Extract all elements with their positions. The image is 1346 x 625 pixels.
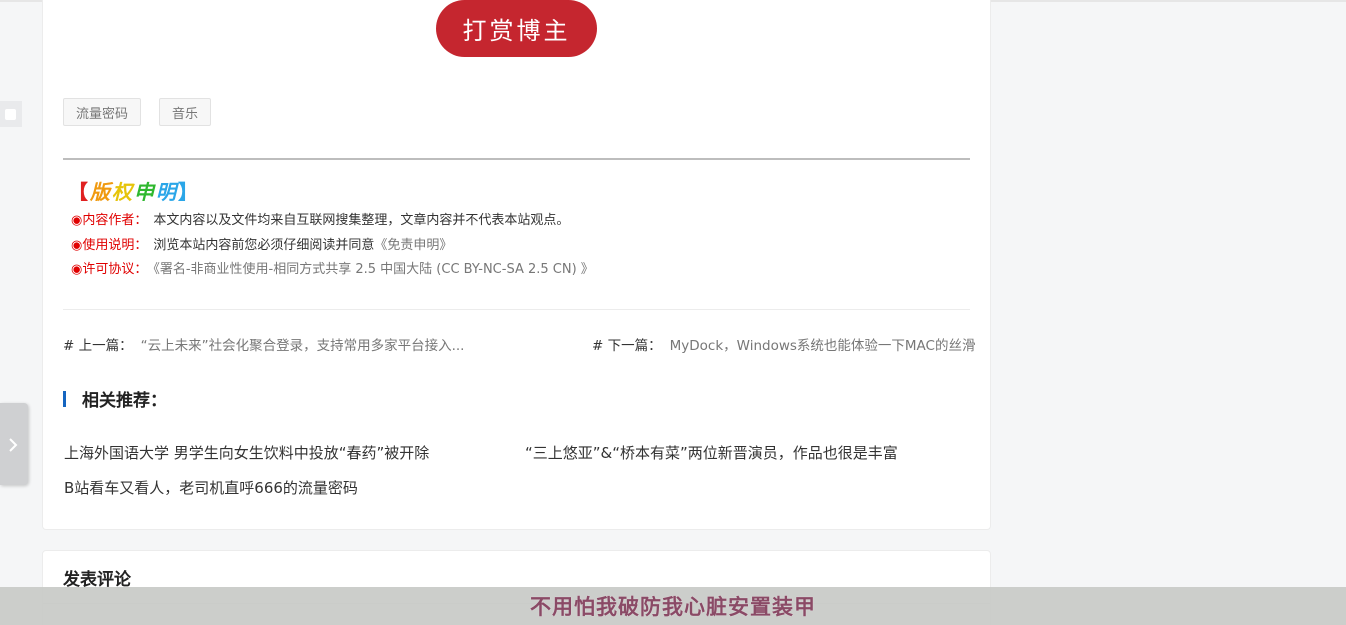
reward-button[interactable]: 打赏博主 [436,0,597,57]
copyright-title-char: 】 [178,180,200,204]
copyright-title-char: 申 [134,180,156,204]
lyric-text: 不用怕我破防我心脏安置装甲 [530,595,816,619]
related-item[interactable]: 上海外国语大学 男学生向女生饮料中投放“春药”被开除 [64,442,429,463]
square-icon [5,109,16,120]
copyright-author-line: ◉内容作者： 本文内容以及文件均来自互联网搜集整理，文章内容并不代表本站观点。 [71,209,594,234]
divider [63,309,970,310]
copyright-title: 【 版 权 申 明 】 [68,176,594,205]
related-header: 相关推荐： [63,386,167,411]
copyright-title-char: 权 [112,180,134,204]
copyright-title-char: 【 [68,180,90,204]
tag-item[interactable]: 流量密码 [63,98,142,126]
prev-post-nav: # 上一篇： “云上未来”社会化聚合登录，支持常用多家平台接入... [63,334,464,354]
disclaimer-link[interactable]: 《免责申明》 [374,238,452,253]
prev-post-link[interactable]: “云上未来”社会化聚合登录，支持常用多家平台接入... [141,338,465,354]
side-expand-tab[interactable] [0,403,28,485]
copyright-text: 本文内容以及文件均来自互联网搜集整理，文章内容并不代表本站观点。 [153,213,570,228]
left-toolbar-button[interactable] [0,101,22,127]
copyright-label: ◉许可协议： [71,262,148,277]
copyright-block: 【 版 权 申 明 】 ◉内容作者： 本文内容以及文件均来自互联网搜集整理，文章内… [68,176,594,283]
copyright-usage-line: ◉使用说明： 浏览本站内容前您必须仔细阅读并同意《免责申明》 [71,234,594,259]
lyric-bar: 不用怕我破防我心脏安置装甲 [0,587,1346,625]
next-post-link[interactable]: MyDock，Windows系统也能体验一下MAC的丝滑 [670,338,976,354]
article-card: 打赏博主 流量密码 音乐 【 版 权 申 明 】 ◉内容作者： 本文内容以及文件均… [42,0,991,530]
related-item[interactable]: “三上悠亚”&“桥本有菜”两位新晋演员，作品也很是丰富 [525,442,898,463]
tag-list: 流量密码 音乐 [63,98,212,126]
copyright-label: ◉内容作者： [71,213,148,228]
related-title: 相关推荐： [82,391,167,411]
chevron-right-icon [9,438,18,452]
accent-bar [63,390,66,407]
copyright-text: 浏览本站内容前您必须仔细阅读并同意 [153,237,375,253]
related-item[interactable]: B站看车又看人，老司机直呼666的流量密码 [64,477,358,498]
copyright-title-char: 明 [156,180,178,204]
copyright-label: ◉使用说明： [71,237,148,253]
next-post-label: # 下一篇： [592,338,662,354]
license-link[interactable]: 《署名-非商业性使用-相同方式共享 2.5 中国大陆 (CC BY-NC-SA … [153,262,593,277]
next-post-nav: # 下一篇： MyDock，Windows系统也能体验一下MAC的丝滑 [592,334,975,354]
copyright-license-line: ◉许可协议： 《署名-非商业性使用-相同方式共享 2.5 中国大陆 (CC BY-… [71,258,594,283]
divider [63,158,970,160]
prev-post-label: # 上一篇： [63,338,133,354]
tag-item[interactable]: 音乐 [159,98,212,126]
copyright-title-char: 版 [90,180,112,204]
